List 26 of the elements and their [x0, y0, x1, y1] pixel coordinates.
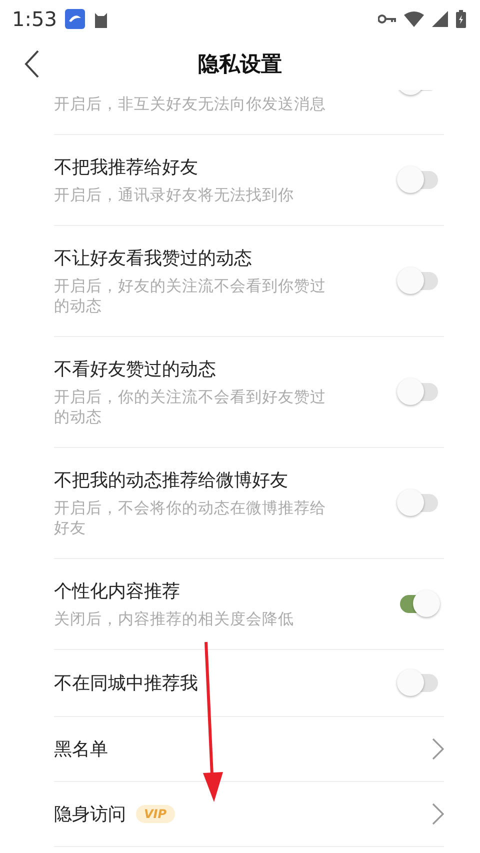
battery-icon — [456, 10, 466, 28]
row-description: 开启后，不会将你的动态在微博推荐给好友 — [54, 498, 327, 538]
wifi-icon — [404, 11, 424, 27]
status-time: 1:53 — [12, 7, 57, 31]
signal-icon — [432, 11, 448, 27]
chevron-icon[interactable] — [432, 738, 444, 760]
row-title: 不让好友看我赞过的动态 — [54, 247, 253, 270]
chevron-icon[interactable] — [432, 803, 444, 825]
row-title: 不在同城中推荐我 — [54, 672, 199, 695]
row-title: 黑名单 — [54, 738, 108, 761]
row-description: 关闭后，内容推荐的相关度会降低 — [54, 609, 295, 629]
row-description: 开启后，通讯录好友将无法找到你 — [54, 185, 295, 205]
row-title: 个性化内容推荐 — [54, 580, 181, 603]
row-description: 开启后，非互关好友无法向你发送消息 — [54, 94, 327, 114]
row-title: 隐身访问 — [54, 803, 126, 826]
back-icon[interactable] — [24, 50, 40, 78]
cat-icon — [92, 10, 109, 28]
key-icon — [378, 14, 396, 24]
app-icon — [64, 9, 85, 29]
vip-badge: VIP — [136, 805, 175, 823]
row-description: 开启后，好友的关注流不会看到你赞过的动态 — [54, 276, 327, 316]
row-description: 开启后，你的关注流不会看到好友赞过的动态 — [54, 387, 327, 427]
row-title: 不把我推荐给好友 — [54, 156, 199, 179]
row-title: 不看好友赞过的动态 — [54, 358, 217, 381]
row-title: 不把我的动态推荐给微博好友 — [54, 469, 289, 492]
page-title: 隐私设置 — [198, 51, 282, 78]
